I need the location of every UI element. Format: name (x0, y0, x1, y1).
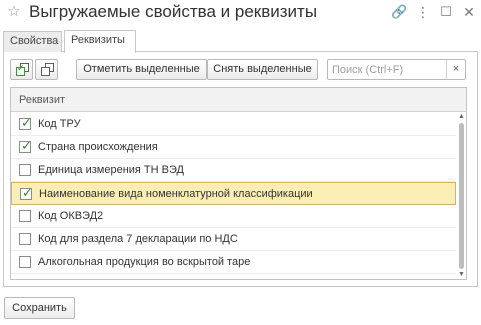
row-label: Единица измерения ТН ВЭД (38, 164, 184, 176)
search-input[interactable] (328, 60, 446, 79)
title-bar: ☆ Выгружаемые свойства и реквизиты 🔗 ⋮ ☐… (0, 0, 481, 26)
table-row[interactable]: Код для раздела 7 декларации по НДС (11, 228, 456, 251)
row-checkbox[interactable] (19, 233, 31, 245)
row-label: Код ОКВЭД2 (38, 210, 104, 222)
table-row[interactable]: Единица измерения ТН ВЭД (11, 159, 456, 182)
row-label: Код для раздела 7 декларации по НДС (38, 233, 238, 245)
table-row[interactable]: ✓ Наименование вида номенклатурной класси… (11, 182, 456, 205)
check-all-button[interactable]: ✓ (10, 59, 33, 80)
uncheck-all-button[interactable] (35, 59, 58, 80)
link-icon[interactable]: 🔗 (391, 4, 407, 20)
close-icon[interactable]: ✕ (461, 4, 477, 20)
scroll-down-icon[interactable]: ▼ (457, 271, 466, 279)
checkmark-icon: ✓ (21, 115, 32, 130)
requisites-table: Реквизит ✓ Код ТРУ ✓ Страна происхождения Ед… (10, 87, 467, 280)
checkmark-icon: ✓ (22, 185, 33, 200)
more-icon[interactable]: ⋮ (415, 4, 431, 20)
row-label: Код ТРУ (38, 118, 81, 130)
dialog-window: ☆ Выгружаемые свойства и реквизиты 🔗 ⋮ ☐… (0, 0, 481, 325)
table-row[interactable]: ✓ Код ТРУ (11, 113, 456, 136)
tab-properties[interactable]: Свойства (3, 31, 62, 52)
star-icon[interactable]: ☆ (6, 4, 22, 20)
maximize-icon[interactable]: ☐ (438, 4, 454, 20)
table-row[interactable]: Алкогольная продукция во вскрытой таре (11, 251, 456, 274)
column-header-requisite[interactable]: Реквизит (19, 88, 65, 112)
vertical-scrollbar[interactable]: ▲ ▼ (457, 113, 466, 279)
table-rows: ✓ Код ТРУ ✓ Страна происхождения Единица изм… (11, 113, 456, 274)
tab-requisites[interactable]: Реквизиты (64, 30, 136, 53)
scroll-thumb[interactable] (459, 123, 464, 269)
row-label: Страна происхождения (38, 141, 158, 153)
mark-selected-button[interactable]: Отметить выделенные (76, 59, 207, 80)
unmark-selected-button[interactable]: Снять выделенные (207, 59, 318, 80)
table-header: Реквизит (11, 88, 466, 112)
clear-search-icon[interactable]: × (446, 60, 465, 79)
search-box: × (327, 59, 466, 80)
row-checkbox[interactable] (19, 164, 31, 176)
row-checkbox[interactable] (19, 256, 31, 268)
save-button[interactable]: Сохранить (4, 297, 75, 319)
row-checkbox[interactable]: ✓ (20, 185, 33, 200)
window-title: Выгружаемые свойства и реквизиты (29, 2, 318, 21)
table-row[interactable]: Код ОКВЭД2 (11, 205, 456, 228)
scroll-up-icon[interactable]: ▲ (457, 113, 466, 121)
row-label: Наименование вида номенклатурной классиф… (39, 188, 313, 200)
row-label: Алкогольная продукция во вскрытой таре (38, 256, 251, 268)
row-checkbox[interactable] (19, 210, 31, 222)
table-row[interactable]: ✓ Страна происхождения (11, 136, 456, 159)
row-checkbox[interactable]: ✓ (19, 138, 32, 153)
checkmark-icon: ✓ (21, 138, 32, 153)
row-checkbox[interactable]: ✓ (19, 115, 32, 130)
